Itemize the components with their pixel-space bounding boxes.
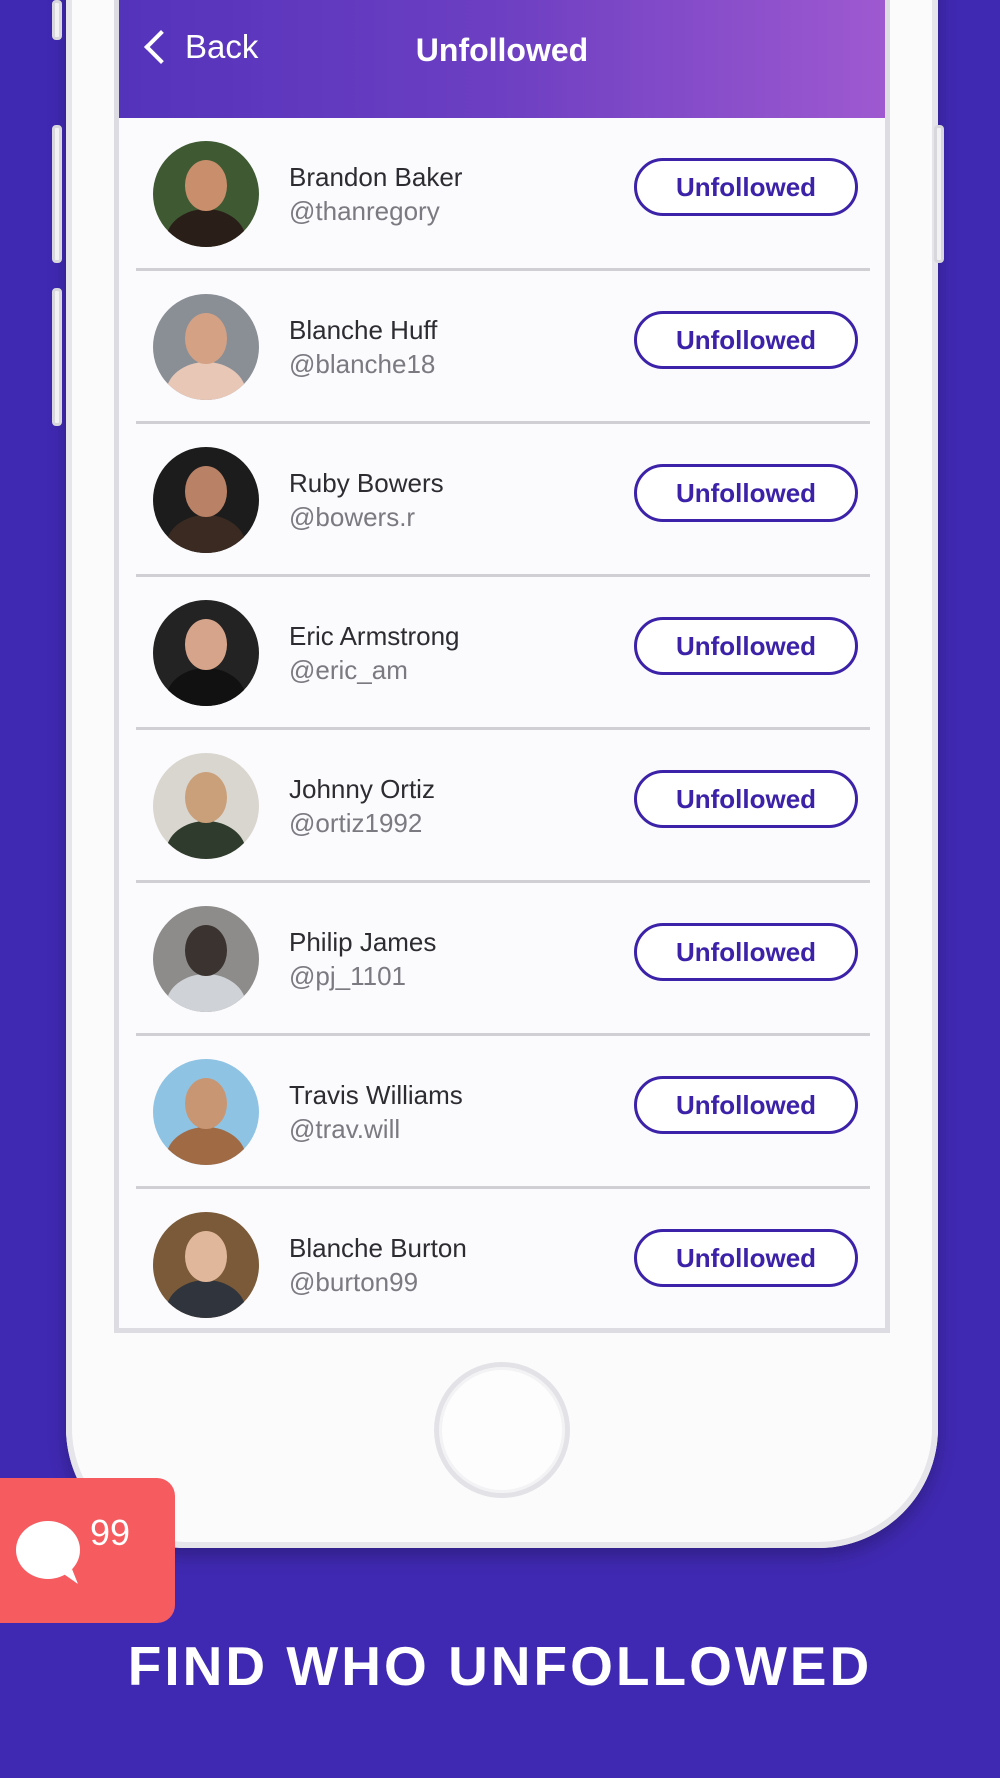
avatar[interactable] xyxy=(153,447,259,553)
avatar[interactable] xyxy=(153,294,259,400)
avatar[interactable] xyxy=(153,753,259,859)
list-item: Johnny Ortiz @ortiz1992 Unfollowed xyxy=(136,730,870,883)
chat-bubble-icon xyxy=(16,1521,80,1584)
avatar-head xyxy=(184,160,228,211)
avatar-shoulders xyxy=(165,1279,247,1318)
user-name: Ruby Bowers xyxy=(289,468,444,498)
list-item: Blanche Burton @burton99 Unfollowed xyxy=(136,1189,870,1328)
unfollowed-button[interactable]: Unfollowed xyxy=(634,1229,858,1287)
list-item: Eric Armstrong @eric_am Unfollowed xyxy=(136,577,870,730)
avatar[interactable] xyxy=(153,906,259,1012)
list-item: Travis Williams @trav.will Unfollowed xyxy=(136,1036,870,1189)
avatar-head xyxy=(184,466,228,517)
avatar-shoulders xyxy=(165,1126,247,1165)
badge-count: 99 xyxy=(90,1512,131,1553)
power-button xyxy=(934,125,944,263)
user-handle: @pj_1101 xyxy=(289,961,406,991)
user-name: Eric Armstrong xyxy=(289,621,460,651)
unfollowed-button[interactable]: Unfollowed xyxy=(634,1076,858,1134)
user-handle: @blanche18 xyxy=(289,349,436,379)
user-name: Blanche Burton xyxy=(289,1233,467,1263)
avatar-head xyxy=(184,1078,228,1129)
list-item: Philip James @pj_1101 Unfollowed xyxy=(136,883,870,1036)
user-name: Brandon Baker xyxy=(289,162,463,192)
avatar[interactable] xyxy=(153,600,259,706)
avatar[interactable] xyxy=(153,141,259,247)
avatar-head xyxy=(184,772,228,823)
page-title: Unfollowed xyxy=(415,32,589,68)
unfollowed-button[interactable]: Unfollowed xyxy=(634,311,858,369)
avatar-shoulders xyxy=(165,973,247,1012)
user-name: Johnny Ortiz xyxy=(289,774,435,804)
user-name: Travis Williams xyxy=(289,1080,463,1110)
unfollowed-button[interactable]: Unfollowed xyxy=(634,923,858,981)
volume-down-button xyxy=(52,288,62,426)
avatar-shoulders xyxy=(165,820,247,859)
unfollowed-button[interactable]: Unfollowed xyxy=(634,158,858,216)
avatar-head xyxy=(184,313,228,364)
silent-switch xyxy=(52,0,62,40)
avatar-shoulders xyxy=(165,514,247,553)
volume-up-button xyxy=(52,125,62,263)
avatar-head xyxy=(184,925,228,976)
user-handle: @ortiz1992 xyxy=(289,808,423,838)
chat-badge[interactable]: 99 xyxy=(0,1478,175,1623)
user-handle: @thanregory xyxy=(289,196,440,226)
user-name: Blanche Huff xyxy=(289,315,438,345)
avatar-head xyxy=(184,1231,228,1282)
user-handle: @eric_am xyxy=(289,655,408,685)
unfollowed-button[interactable]: Unfollowed xyxy=(634,464,858,522)
user-handle: @trav.will xyxy=(289,1114,401,1144)
home-button[interactable] xyxy=(434,1362,570,1498)
list-item: Brandon Baker @thanregory Unfollowed xyxy=(136,118,870,271)
user-list: Brandon Baker @thanregory Unfollowed Bla… xyxy=(119,118,885,1328)
app-header: Back Unfollowed xyxy=(119,0,885,118)
avatar-shoulders xyxy=(165,208,247,247)
unfollowed-button[interactable]: Unfollowed xyxy=(634,617,858,675)
app-screen: Back Unfollowed Brandon Baker @thanregor… xyxy=(114,0,890,1333)
user-handle: @bowers.r xyxy=(289,502,416,532)
avatar-head xyxy=(184,619,228,670)
user-name: Philip James xyxy=(289,927,437,957)
tagline: FIND WHO UNFOLLOWED xyxy=(127,1635,873,1697)
user-handle: @burton99 xyxy=(289,1267,419,1297)
avatar-shoulders xyxy=(165,667,247,706)
unfollowed-button[interactable]: Unfollowed xyxy=(634,770,858,828)
list-item: Blanche Huff @blanche18 Unfollowed xyxy=(136,271,870,424)
list-item: Ruby Bowers @bowers.r Unfollowed xyxy=(136,424,870,577)
avatar-shoulders xyxy=(165,361,247,400)
avatar[interactable] xyxy=(153,1212,259,1318)
avatar[interactable] xyxy=(153,1059,259,1165)
